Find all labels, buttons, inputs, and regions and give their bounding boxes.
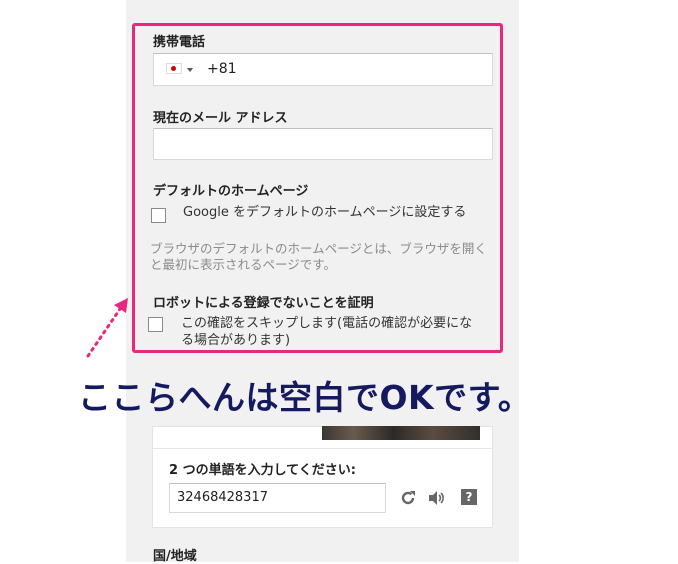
refresh-icon[interactable] — [399, 489, 417, 507]
annotation-arrow-icon — [86, 298, 128, 358]
captcha-image — [322, 426, 480, 440]
highlight-frame — [132, 23, 503, 353]
captcha-prompt: 2 つの単語を入力してください: — [169, 463, 356, 478]
captcha-input[interactable]: 32468428317 — [169, 483, 386, 513]
speaker-icon[interactable] — [427, 489, 445, 507]
country-label: 国/地域 — [153, 549, 197, 564]
captcha-divider — [153, 448, 492, 449]
captcha-input-value: 32468428317 — [177, 490, 268, 505]
annotation-text: ここらへんは空白でOKです。 — [78, 378, 532, 417]
help-icon[interactable]: ? — [461, 489, 477, 505]
